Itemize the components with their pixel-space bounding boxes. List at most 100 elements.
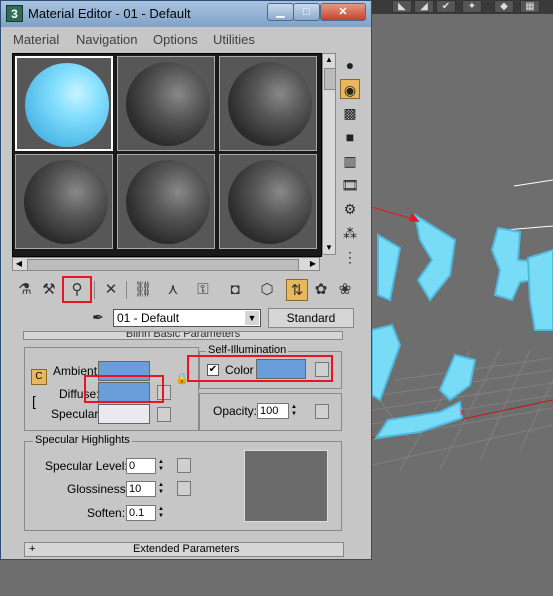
sample-slot-1[interactable] — [15, 56, 113, 151]
material-type-button[interactable]: Standard — [268, 308, 354, 328]
glossiness-label: Glossiness: — [67, 482, 130, 496]
show-end-result-icon[interactable]: ⬡ — [256, 279, 278, 301]
soften-spinner[interactable]: 0.1 ▲ ▼ — [126, 505, 164, 521]
sample-slot-2[interactable] — [117, 56, 215, 151]
menu-bar: Material Navigation Options Utilities — [8, 29, 365, 49]
sample-sphere — [126, 160, 210, 244]
put-material-icon[interactable]: ⚒ — [38, 279, 60, 301]
specular-highlights-label: Specular Highlights — [33, 434, 132, 446]
scroll-right-icon[interactable]: ▶ — [307, 258, 319, 270]
viewport-tool-3[interactable]: ✔ — [436, 0, 456, 13]
sample-slot-5[interactable] — [117, 154, 215, 249]
opacity-map-button[interactable] — [315, 404, 329, 419]
go-to-parent-icon[interactable]: ⇅ — [286, 279, 308, 301]
background-checker-icon[interactable]: ▩ — [340, 103, 360, 123]
scroll-down-icon[interactable]: ▼ — [323, 242, 335, 254]
sample-slot-6[interactable] — [219, 154, 317, 249]
sample-sphere — [24, 160, 108, 244]
spinner-arrows-icon[interactable]: ▲ ▼ — [156, 506, 166, 520]
material-name-field[interactable]: 01 - Default ▼ — [113, 309, 261, 327]
scroll-thumb[interactable] — [324, 68, 336, 90]
specular-level-value: 0 — [129, 460, 136, 472]
make-unique-icon[interactable]: ⛓ — [132, 279, 154, 301]
menu-options[interactable]: Options — [153, 32, 198, 47]
glossiness-map-button[interactable] — [177, 481, 191, 496]
rollout-header-blinn[interactable]: Blinn Basic Parameters — [23, 331, 343, 340]
get-material-icon[interactable]: ⚗ — [14, 279, 36, 301]
show-map-icon[interactable]: ◘ — [224, 279, 246, 301]
material-navigator-icon[interactable]: ⋮ — [340, 247, 360, 267]
menu-material[interactable]: Material — [13, 32, 59, 47]
minimize-button[interactable]: ▁ — [267, 3, 294, 21]
material-id-icon[interactable]: ⚿ — [192, 279, 214, 301]
specular-level-label: Specular Level: — [45, 459, 128, 473]
viewport-tool-4[interactable]: ✦ — [462, 0, 482, 13]
specular-label: Specular: — [51, 407, 102, 421]
spinner-arrows-icon[interactable]: ▲ ▼ — [289, 404, 299, 418]
material-name-row: ✒ 01 - Default ▼ Standard — [85, 308, 365, 329]
reset-material-icon[interactable]: ✕ — [100, 279, 122, 301]
specular-level-spinner[interactable]: 0 ▲ ▼ — [126, 458, 164, 474]
maximize-button[interactable]: □ — [293, 3, 320, 21]
sample-slot-3[interactable] — [219, 56, 317, 151]
highlight-assign-material — [62, 276, 92, 303]
soften-value: 0.1 — [129, 507, 145, 519]
opacity-value: 100 — [260, 405, 279, 417]
highlight-self-illumination — [187, 355, 333, 382]
options-icon[interactable]: ⚙ — [340, 199, 360, 219]
specular-level-map-button[interactable] — [177, 458, 191, 473]
make-preview-icon[interactable]: 🎞 — [340, 175, 360, 195]
opacity-spinner[interactable]: 100 ▲ ▼ — [257, 403, 297, 419]
scroll-left-icon[interactable]: ◀ — [13, 258, 25, 270]
specular-color-swatch[interactable] — [98, 404, 150, 424]
sample-uv-tiling-icon[interactable]: ■ — [340, 127, 360, 147]
title-bar[interactable]: 3 Material Editor - 01 - Default ▁ □ ✕ — [1, 1, 371, 27]
scroll-up-icon[interactable]: ▲ — [323, 54, 335, 66]
sample-sphere — [228, 160, 312, 244]
rollout-title: Blinn Basic Parameters — [125, 331, 241, 340]
glossiness-value: 10 — [129, 483, 142, 495]
slots-horizontal-scrollbar[interactable]: ◀ ▶ — [12, 257, 320, 271]
glossiness-spinner[interactable]: 10 ▲ ▼ — [126, 481, 164, 497]
menu-utilities[interactable]: Utilities — [213, 32, 255, 47]
svg-text:x: x — [460, 407, 465, 417]
highlight-diffuse — [84, 375, 164, 403]
scroll-thumb[interactable] — [27, 259, 299, 271]
expand-icon: + — [29, 543, 36, 555]
sample-sphere — [126, 62, 210, 146]
viewport-tool-5[interactable]: ◆ — [494, 0, 514, 13]
spinner-arrows-icon[interactable]: ▲ ▼ — [156, 482, 166, 496]
sample-slots — [12, 53, 322, 257]
chevron-down-icon[interactable]: ▼ — [245, 311, 259, 325]
soften-label: Soften: — [87, 506, 126, 520]
rollout-header-extended[interactable]: + Extended Parameters — [24, 542, 344, 557]
put-to-library-icon[interactable]: ⋏ — [162, 279, 184, 301]
window-title: Material Editor - 01 - Default — [28, 6, 191, 21]
extended-title: Extended Parameters — [133, 543, 240, 555]
viewport-toolbar: ◣ ◢ ✔ ✦ ◆ ▦ — [370, 0, 553, 14]
bracket-icon: [ — [32, 393, 36, 409]
specular-map-button[interactable] — [157, 407, 171, 422]
viewport-tool-1[interactable]: ◣ — [392, 0, 412, 13]
material-name-value: 01 - Default — [117, 311, 180, 325]
pick-material-icon[interactable]: ❀ — [334, 279, 356, 301]
opacity-label: Opacity: — [213, 404, 258, 418]
select-by-material-icon[interactable]: ⁂ — [340, 223, 360, 243]
eyedropper-icon[interactable]: ✒ — [88, 309, 108, 327]
menu-navigation[interactable]: Navigation — [76, 32, 137, 47]
sample-sphere — [228, 62, 312, 146]
viewport-tool-2[interactable]: ◢ — [414, 0, 434, 13]
ambient-lock-icon[interactable]: C — [31, 369, 47, 385]
close-button[interactable]: ✕ — [320, 3, 366, 21]
go-forward-sibling-icon[interactable]: ✿ — [310, 279, 332, 301]
spinner-arrows-icon[interactable]: ▲ ▼ — [156, 459, 166, 473]
highlight-curve-graph — [244, 450, 328, 522]
backlight-icon[interactable]: ◉ — [340, 79, 360, 99]
3ds-max-icon: 3 — [6, 5, 23, 22]
viewport-tool-6[interactable]: ▦ — [520, 0, 540, 13]
slots-vertical-scrollbar[interactable]: ▲ ▼ — [322, 53, 336, 255]
sample-slot-4[interactable] — [15, 154, 113, 249]
video-color-check-icon[interactable]: ▥ — [340, 151, 360, 171]
sample-type-icon[interactable]: ● — [340, 55, 360, 75]
material-editor-window: 3 Material Editor - 01 - Default ▁ □ ✕ M… — [0, 0, 372, 560]
